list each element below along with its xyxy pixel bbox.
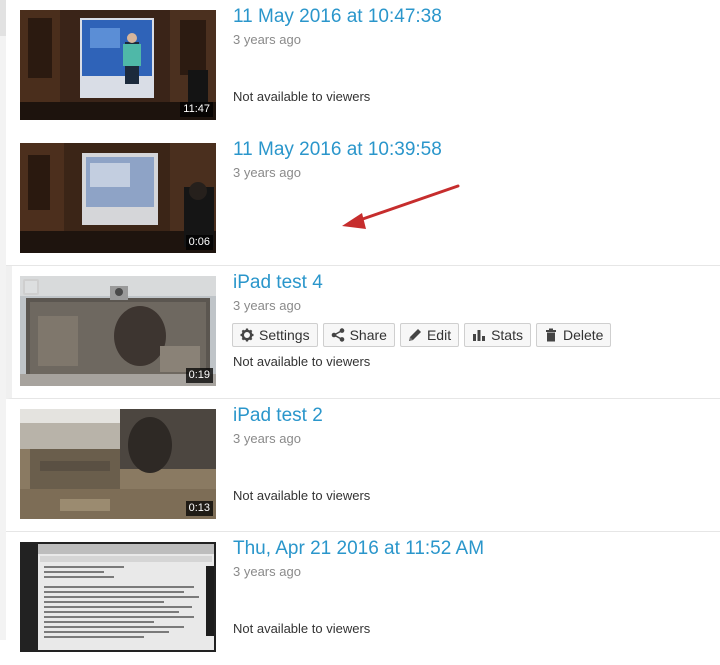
bar-chart-icon xyxy=(473,330,486,341)
video-visibility-status: Not available to viewers xyxy=(233,89,371,104)
video-title-link[interactable]: 11 May 2016 at 10:47:38 xyxy=(233,5,442,29)
video-item[interactable]: 0:13 iPad test 2 3 years ago Not availab… xyxy=(6,399,720,532)
video-age: 3 years ago xyxy=(233,165,301,180)
video-thumbnail[interactable]: 0:06 xyxy=(20,143,216,253)
video-duration: 0:06 xyxy=(185,235,213,250)
video-thumbnail[interactable]: 0:13 xyxy=(20,409,216,519)
gear-icon xyxy=(240,328,254,342)
video-list: 11:47 11 May 2016 at 10:47:38 3 years ag… xyxy=(0,0,720,652)
video-title-link[interactable]: Thu, Apr 21 2016 at 11:52 AM xyxy=(233,537,484,561)
share-button-label: Share xyxy=(349,327,387,343)
video-duration: 0:19 xyxy=(185,368,213,383)
video-thumbnail[interactable]: 11:47 xyxy=(20,10,216,120)
select-checkbox[interactable] xyxy=(23,279,39,295)
video-duration: 11:47 xyxy=(180,102,213,117)
video-thumbnail[interactable] xyxy=(20,542,216,652)
pencil-icon xyxy=(408,329,421,341)
stats-button-label: Stats xyxy=(491,327,523,343)
video-age: 3 years ago xyxy=(233,564,301,579)
trash-icon xyxy=(545,328,556,342)
settings-button-label: Settings xyxy=(259,327,310,343)
video-duration: 0:13 xyxy=(185,501,213,516)
settings-button[interactable]: Settings xyxy=(232,323,318,347)
video-title-link[interactable]: 11 May 2016 at 10:39:58 xyxy=(233,138,442,162)
video-thumbnail[interactable]: 0:19 xyxy=(20,276,216,386)
video-age: 3 years ago xyxy=(233,431,301,446)
video-age: 3 years ago xyxy=(233,32,301,47)
video-item[interactable]: Thu, Apr 21 2016 at 11:52 AM 3 years ago… xyxy=(6,532,720,665)
video-item[interactable]: 11:47 11 May 2016 at 10:47:38 3 years ag… xyxy=(6,0,720,133)
video-visibility-status: Not available to viewers xyxy=(233,488,371,503)
video-title-link[interactable]: iPad test 4 xyxy=(233,271,323,295)
video-item[interactable]: 0:06 11 May 2016 at 10:39:58 3 years ago xyxy=(6,133,720,266)
delete-button[interactable]: Delete xyxy=(535,323,612,347)
video-visibility-status: Not available to viewers xyxy=(233,621,371,636)
video-item-hovered[interactable]: 0:19 iPad test 4 3 years ago Settings Sh… xyxy=(6,266,720,399)
share-button[interactable]: Share xyxy=(322,323,395,347)
delete-button-label: Delete xyxy=(562,327,604,343)
edit-button[interactable]: Edit xyxy=(399,323,460,347)
video-visibility-status: Not available to viewers xyxy=(233,354,371,369)
video-title-link[interactable]: iPad test 2 xyxy=(233,404,323,428)
video-actions: Settings Share Edit Stats Delete xyxy=(232,323,612,347)
share-icon xyxy=(331,328,344,342)
video-age: 3 years ago xyxy=(233,298,301,313)
stats-button[interactable]: Stats xyxy=(464,323,531,347)
edit-button-label: Edit xyxy=(426,327,452,343)
